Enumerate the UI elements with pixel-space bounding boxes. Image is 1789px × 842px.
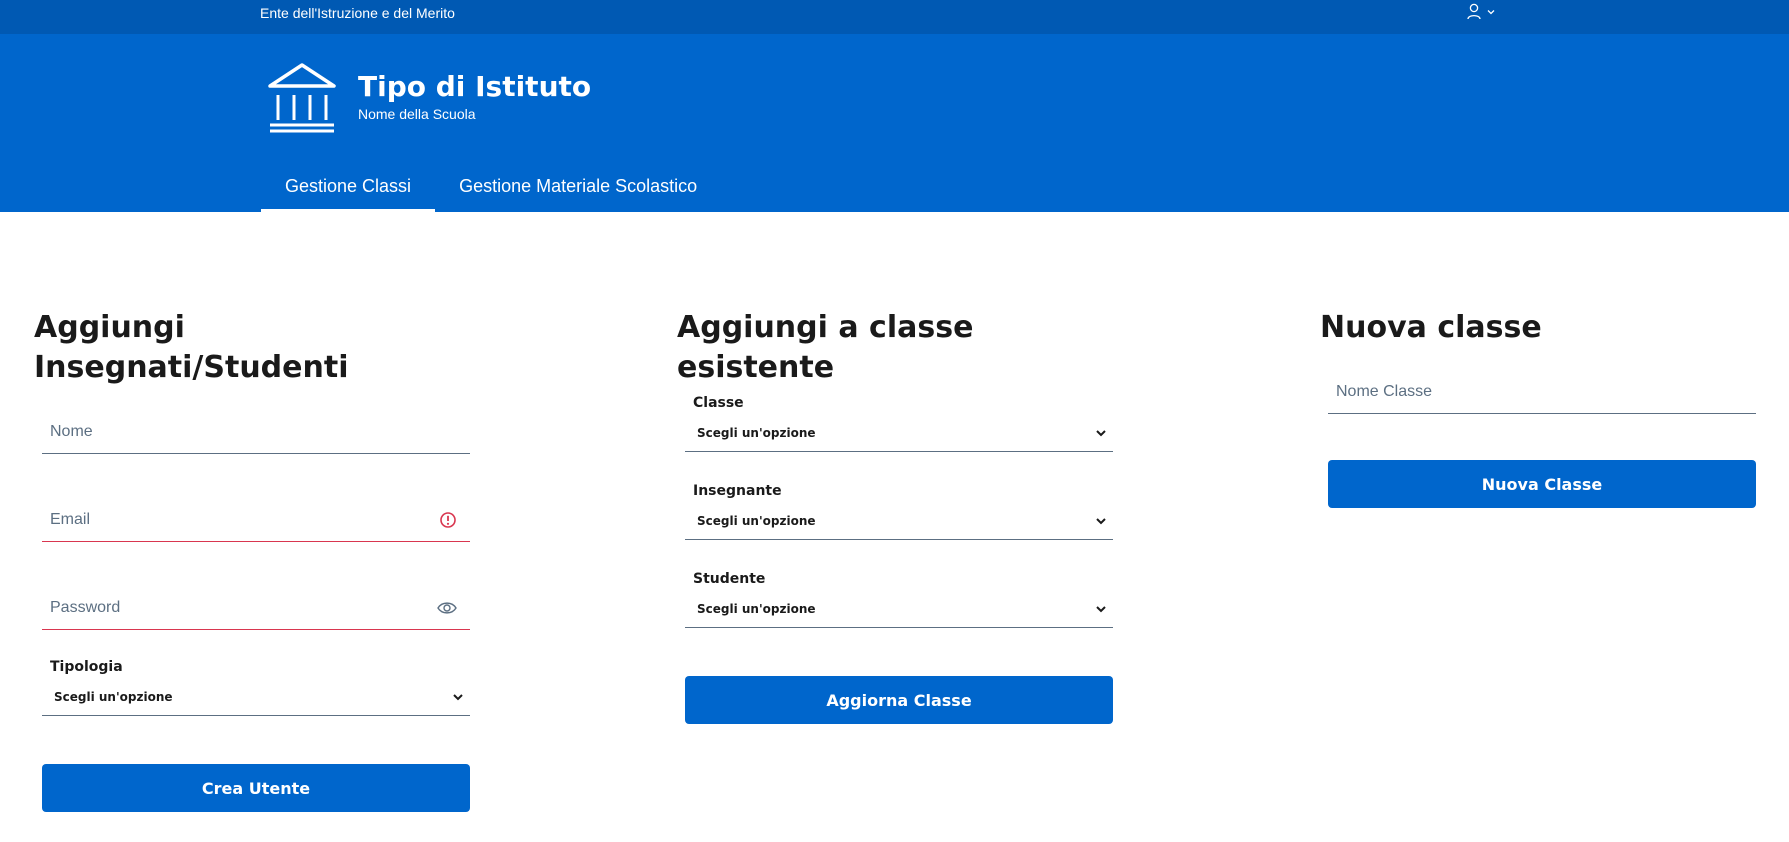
center-header: Tipo di Istituto Nome della Scuola Gesti… [0,34,1789,212]
chevron-down-icon [1096,606,1106,613]
school-name: Nome della Scuola [358,106,476,122]
new-class-section: Nuova classe Nuova Classe [1320,308,1756,508]
name-input[interactable] [42,410,470,454]
chevron-down-icon [1096,518,1106,525]
password-field-wrapper [42,586,470,630]
institution-icon [268,63,336,133]
user-icon [1467,3,1481,20]
student-label: Studente [693,571,766,587]
password-input[interactable] [42,586,470,630]
eye-icon[interactable] [436,598,458,618]
error-icon [440,512,456,528]
add-to-class-section: Aggiungi a classe esistente Classe Scegl… [677,308,1113,724]
type-select-value: Scegli un'opzione [54,690,173,704]
institution-type: Tipo di Istituto [358,70,592,103]
chevron-down-icon [453,694,463,701]
slim-header: Ente dell'Istruzione e del Merito [0,0,1789,34]
type-label: Tipologia [50,659,123,675]
user-menu[interactable] [1466,3,1496,21]
add-users-heading: Aggiungi Insegnati/Studenti [34,308,470,388]
new-class-button[interactable]: Nuova Classe [1328,460,1756,508]
update-class-button[interactable]: Aggiorna Classe [685,676,1113,724]
tab-gestione-classi[interactable]: Gestione Classi [261,164,436,212]
chevron-down-icon [1096,430,1106,437]
add-users-heading-line2: Insegnati/Studenti [34,350,349,385]
name-field-wrapper [42,410,470,454]
teacher-select[interactable]: Scegli un'opzione [685,504,1113,540]
email-input[interactable] [42,498,470,542]
tab-gestione-materiale-scolastico[interactable]: Gestione Materiale Scolastico [435,164,721,212]
class-label: Classe [693,395,744,411]
type-select[interactable]: Scegli un'opzione [42,680,470,716]
create-user-button[interactable]: Crea Utente [42,764,470,812]
organization-name: Ente dell'Istruzione e del Merito [260,5,455,21]
main-nav: Gestione Classi Gestione Materiale Scola… [261,164,721,212]
add-to-class-heading-line1: Aggiungi a classe [677,310,974,345]
add-to-class-heading: Aggiungi a classe esistente [677,308,1113,388]
class-name-input[interactable] [1328,370,1756,414]
class-select-value: Scegli un'opzione [697,426,816,440]
student-select[interactable]: Scegli un'opzione [685,592,1113,628]
email-field-wrapper [42,498,470,542]
new-class-heading: Nuova classe [1320,310,1542,345]
add-to-class-heading-line2: esistente [677,350,835,385]
chevron-down-icon [1487,10,1495,15]
add-users-section: Aggiungi Insegnati/Studenti Tipologia Sc… [34,308,470,812]
teacher-select-value: Scegli un'opzione [697,514,816,528]
student-select-value: Scegli un'opzione [697,602,816,616]
teacher-label: Insegnante [693,483,782,499]
class-name-field-wrapper [1328,370,1756,414]
add-users-heading-line1: Aggiungi [34,310,185,345]
class-select[interactable]: Scegli un'opzione [685,416,1113,452]
